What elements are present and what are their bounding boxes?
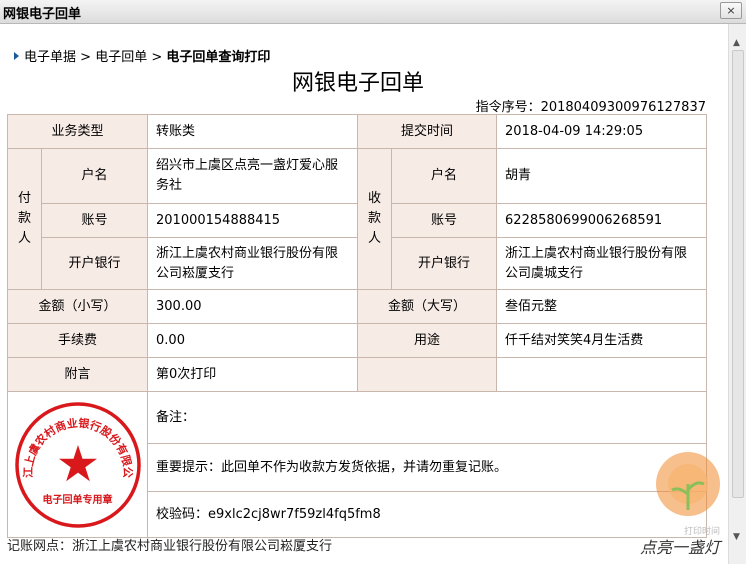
table-row: 手续费 0.00 用途 仟千结对笑笑4月生活费	[6, 323, 708, 358]
purpose-value: 仟千结对笑笑4月生活费	[496, 323, 708, 358]
amount-small-value: 300.00	[147, 289, 359, 324]
verify-label: 校验码：	[156, 506, 209, 522]
footer-branch: 记账网点：浙江上虞农村商业银行股份有限公司崧厦支行	[7, 539, 333, 554]
breadcrumb-separator: >	[80, 50, 92, 65]
watermark-logo: 打印时间 点亮一盏灯	[636, 444, 746, 564]
watermark-text: 点亮一盏灯	[640, 538, 721, 557]
bank-seal: 浙江上虞农村商业银行股份有限公司 电子回单专用章	[12, 399, 144, 531]
payee-account-value: 6228580699006268591	[496, 203, 708, 238]
seal-caption: 电子回单专用章	[42, 494, 113, 506]
breadcrumb-arrow-icon	[14, 52, 19, 60]
window-titlebar: 网银电子回单 ×	[0, 0, 746, 24]
amount-small-label: 金额（小写）	[6, 289, 149, 324]
close-icon: ×	[726, 4, 736, 17]
table-row: 附言 第0次打印	[6, 357, 708, 392]
business-type-value: 转账类	[147, 114, 359, 149]
receipt-content: 电子单据 > 电子回单 > 电子回单查询打印 网银电子回单 指令序号：20180…	[0, 24, 728, 564]
serial-value: 20180409300976127837	[540, 100, 706, 115]
window-title: 网银电子回单	[3, 7, 82, 22]
amount-big-value: 叁佰元整	[496, 289, 708, 324]
payer-bank-value: 浙江上虞农村商业银行股份有限公司崧厦支行	[147, 237, 359, 290]
payer-bank-label: 开户银行	[40, 237, 149, 290]
receipt-table: 业务类型 转账类 提交时间 2018-04-09 14:29:05 付款人 户名…	[6, 114, 708, 538]
seal-cell: 浙江上虞农村商业银行股份有限公司 电子回单专用章	[6, 391, 149, 538]
fee-label: 手续费	[6, 323, 149, 358]
table-row: 业务类型 转账类 提交时间 2018-04-09 14:29:05	[6, 114, 708, 149]
notice-text: 重要提示：此回单不作为收款方发货依据，并请勿重复记账。	[147, 443, 708, 492]
fee-value: 0.00	[147, 323, 359, 358]
table-row: 开户银行 浙江上虞农村商业银行股份有限公司崧厦支行 开户银行 浙江上虞农村商业银…	[8, 237, 708, 290]
payee-account-label: 账号	[391, 203, 498, 238]
remark-cell: 备注：	[147, 391, 708, 444]
payee-section-label: 收款人	[357, 148, 393, 290]
payer-account-value: 201000154888415	[147, 203, 359, 238]
scrollbar-thumb[interactable]	[732, 50, 744, 498]
remark-label: 备注：	[156, 409, 196, 425]
watermark-icon	[656, 452, 720, 516]
breadcrumb-separator: >	[151, 50, 163, 65]
verify-value: e9xlc2cj8wr7f59zl4fq5fm8	[208, 506, 381, 522]
verify-code: 校验码：e9xlc2cj8wr7f59zl4fq5fm8	[147, 491, 708, 538]
serial-number: 指令序号：20180409300976127837	[476, 96, 706, 115]
table-row: 付款人 户名 绍兴市上虞区点亮一盏灯爱心服务社 收款人 户名 胡青	[7, 148, 708, 290]
page-title: 网银电子回单	[291, 71, 424, 96]
breadcrumb-item-receipts[interactable]: 电子回单	[95, 50, 147, 65]
payee-name-value: 胡青	[496, 148, 708, 204]
amount-big-label: 金额（大写）	[357, 289, 498, 324]
serial-label: 指令序号：	[475, 100, 541, 115]
blank-label-cell	[357, 357, 498, 392]
breadcrumb-item-documents[interactable]: 电子单据	[24, 50, 76, 65]
payer-account-label: 账号	[40, 203, 149, 238]
payee-bank-value: 浙江上虞农村商业银行股份有限公司虞城支行	[496, 237, 708, 290]
payer-section-label: 付款人	[7, 148, 42, 290]
business-type-label: 业务类型	[6, 114, 149, 149]
close-button[interactable]: ×	[720, 2, 742, 19]
seal-icon: 浙江上虞农村商业银行股份有限公司	[12, 399, 141, 528]
payee-name-label: 户名	[391, 148, 498, 204]
submit-time-label: 提交时间	[357, 114, 498, 149]
payee-bank-label: 开户银行	[391, 237, 498, 290]
postscript-label: 附言	[6, 357, 149, 392]
payer-name-label: 户名	[40, 148, 149, 204]
table-row: 金额（小写） 300.00 金额（大写） 叁佰元整	[6, 289, 708, 324]
purpose-label: 用途	[357, 323, 498, 358]
breadcrumb: 电子单据 > 电子回单 > 电子回单查询打印	[14, 46, 270, 65]
breadcrumb-current: 电子回单查询打印	[166, 50, 271, 65]
table-row: 账号 201000154888415 账号 622858069900626859…	[8, 203, 708, 238]
submit-time-value: 2018-04-09 14:29:05	[496, 114, 708, 149]
scroll-up-icon[interactable]: ▲	[733, 38, 740, 48]
blank-value-cell	[496, 357, 708, 392]
postscript-value: 第0次打印	[147, 357, 359, 392]
table-row: 浙江上虞农村商业银行股份有限公司 电子回单专用章 备注：	[6, 391, 708, 538]
payer-name-value: 绍兴市上虞区点亮一盏灯爱心服务社	[147, 148, 359, 204]
